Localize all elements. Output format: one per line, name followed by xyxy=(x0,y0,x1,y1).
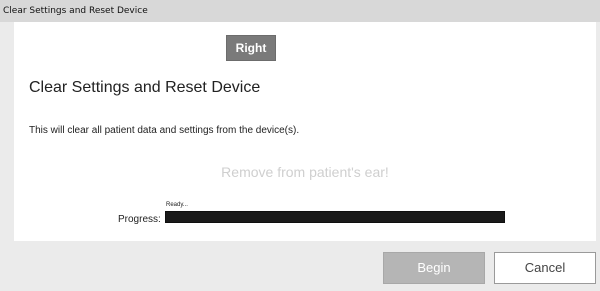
instruction-text: Remove from patient's ear! xyxy=(221,164,389,180)
begin-button[interactable]: Begin xyxy=(383,252,485,284)
side-right-button[interactable]: Right xyxy=(226,35,276,61)
cancel-button[interactable]: Cancel xyxy=(494,252,596,284)
dialog-window: Clear Settings and Reset Device Right Cl… xyxy=(0,0,600,291)
page-title: Clear Settings and Reset Device xyxy=(29,79,261,96)
description-text: This will clear all patient data and set… xyxy=(29,125,300,136)
dialog-content: Right Clear Settings and Reset Device Th… xyxy=(14,22,596,241)
window-title: Clear Settings and Reset Device xyxy=(0,0,600,22)
progress-label: Progress: xyxy=(118,214,161,225)
progress-status: Ready... xyxy=(166,202,188,208)
progress-bar xyxy=(165,211,505,223)
dialog-footer: Begin Cancel xyxy=(0,241,600,291)
